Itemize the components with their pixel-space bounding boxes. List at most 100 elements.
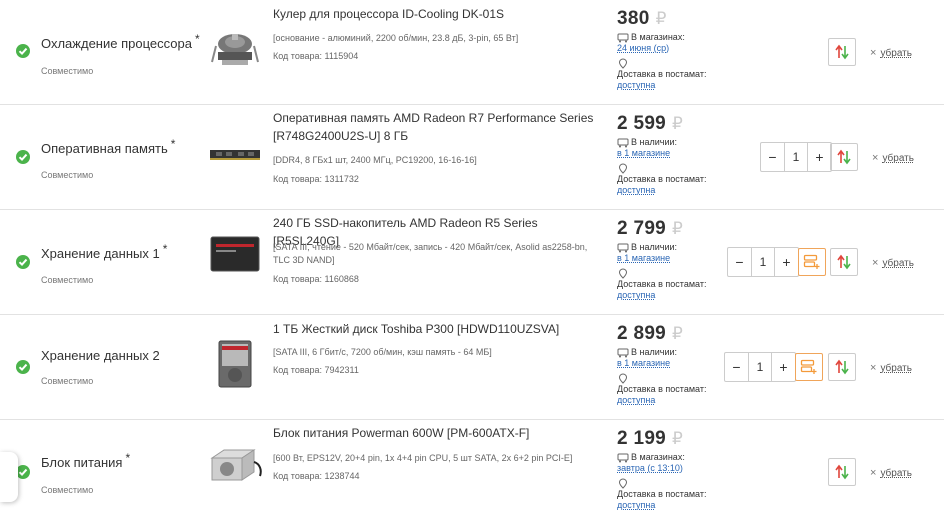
check-icon bbox=[16, 360, 30, 374]
compat-status: Совместимо bbox=[41, 376, 94, 386]
add-storage-button[interactable] bbox=[795, 353, 823, 381]
location-pin-icon bbox=[618, 373, 628, 384]
delivery-link[interactable]: доступна bbox=[617, 80, 727, 91]
category-label: Хранение данных 2 bbox=[41, 348, 160, 363]
delivery-label: Доставка в постамат: bbox=[617, 174, 707, 184]
compare-icon bbox=[803, 254, 820, 269]
check-icon bbox=[16, 150, 30, 164]
check-icon bbox=[16, 465, 30, 479]
category-label: Блок питания * bbox=[41, 451, 131, 470]
availability-link[interactable]: завтра (с 13:10) bbox=[617, 463, 727, 474]
store-icon bbox=[617, 138, 629, 148]
location-pin-icon bbox=[618, 163, 628, 174]
product-code: Код товара: 7942311 bbox=[273, 365, 359, 375]
product-image-ssd[interactable] bbox=[210, 236, 260, 272]
component-row-psu: Блок питания * Совместимо Блок питания Po… bbox=[0, 420, 944, 520]
availability-link[interactable]: 24 июня (ср) bbox=[617, 43, 727, 54]
product-code: Код товара: 1160868 bbox=[273, 274, 359, 284]
add-storage-button[interactable] bbox=[798, 248, 826, 276]
component-row-cooler: Охлаждение процессора * Совместимо Кулер … bbox=[0, 0, 944, 105]
availability-block: В наличии: в 1 магазине Доставка в поста… bbox=[617, 347, 727, 406]
quantity-stepper: − 1 + bbox=[760, 142, 832, 172]
side-panel-tab[interactable] bbox=[0, 452, 18, 502]
qty-decrease-button[interactable]: − bbox=[728, 248, 751, 276]
availability-link[interactable]: в 1 магазине bbox=[617, 358, 727, 369]
sort-button[interactable] bbox=[828, 38, 856, 66]
price: 2 599 ₽ bbox=[617, 113, 684, 134]
product-specs: [основание - алюминий, 2200 об/мин, 23.8… bbox=[273, 33, 519, 43]
availability-block: В магазинах: 24 июня (ср) Доставка в пос… bbox=[617, 32, 727, 91]
category-label: Охлаждение процессора * bbox=[41, 32, 200, 51]
product-specs: [SATA III, чтение - 520 Мбайт/сек, запис… bbox=[273, 242, 588, 265]
configurator-list: Охлаждение процессора * Совместимо Кулер … bbox=[0, 0, 944, 520]
check-icon bbox=[16, 255, 30, 269]
product-specs: [600 Вт, EPS12V, 20+4 pin, 1x 4+4 pin CP… bbox=[273, 453, 573, 463]
category-label: Оперативная память * bbox=[41, 137, 176, 156]
qty-increase-button[interactable]: + bbox=[808, 143, 831, 171]
qty-value[interactable]: 1 bbox=[748, 353, 772, 381]
product-title-link[interactable]: Оперативная память AMD Radeon R7 Perform… bbox=[273, 109, 603, 145]
qty-value[interactable]: 1 bbox=[751, 248, 775, 276]
qty-decrease-button[interactable]: − bbox=[725, 353, 748, 381]
close-icon: × bbox=[870, 47, 877, 59]
sort-button[interactable] bbox=[830, 143, 858, 171]
delivery-label: Доставка в постамат: bbox=[617, 489, 707, 499]
product-title-link[interactable]: Блок питания Powerman 600W [PM-600ATX-F] bbox=[273, 424, 603, 442]
close-icon: × bbox=[870, 362, 877, 374]
remove-button[interactable]: × убрать bbox=[870, 47, 912, 59]
remove-button[interactable]: × убрать bbox=[870, 467, 912, 479]
sort-arrows-icon bbox=[837, 254, 851, 270]
product-code: Код товара: 1311732 bbox=[273, 174, 359, 184]
price: 380 ₽ bbox=[617, 8, 667, 29]
close-icon: × bbox=[872, 257, 879, 269]
remove-button[interactable]: × убрать bbox=[872, 257, 914, 269]
remove-button[interactable]: × убрать bbox=[870, 362, 912, 374]
location-pin-icon bbox=[618, 478, 628, 489]
store-icon bbox=[617, 243, 629, 253]
component-row-storage-1: Хранение данных 1 * Совместимо 240 ГБ SSD… bbox=[0, 210, 944, 315]
compare-icon bbox=[800, 359, 817, 374]
store-icon bbox=[617, 33, 629, 43]
compat-status: Совместимо bbox=[41, 485, 94, 495]
sort-arrows-icon bbox=[835, 359, 849, 375]
delivery-link[interactable]: доступна bbox=[617, 290, 727, 301]
quantity-stepper: − 1 + bbox=[724, 352, 796, 382]
availability-label: В магазинах: bbox=[631, 32, 685, 42]
category-label: Хранение данных 1 * bbox=[41, 242, 168, 261]
sort-button[interactable] bbox=[830, 248, 858, 276]
close-icon: × bbox=[870, 467, 877, 479]
delivery-link[interactable]: доступна bbox=[617, 395, 727, 406]
qty-increase-button[interactable]: + bbox=[775, 248, 798, 276]
remove-button[interactable]: × убрать bbox=[872, 152, 914, 164]
product-image-ram[interactable] bbox=[210, 147, 260, 161]
product-specs: [SATA III, 6 Гбит/с, 7200 об/мин, кэш па… bbox=[273, 347, 492, 357]
availability-link[interactable]: в 1 магазине bbox=[617, 148, 727, 159]
availability-block: В наличии: в 1 магазине Доставка в поста… bbox=[617, 137, 727, 196]
price: 2 899 ₽ bbox=[617, 323, 684, 344]
delivery-label: Доставка в постамат: bbox=[617, 384, 707, 394]
close-icon: × bbox=[872, 152, 879, 164]
component-row-ram: Оперативная память * Совместимо Оперативн… bbox=[0, 105, 944, 210]
sort-button[interactable] bbox=[828, 353, 856, 381]
component-row-storage-2: Хранение данных 2 Совместимо 1 ТБ Жестки… bbox=[0, 315, 944, 420]
product-title-link[interactable]: Кулер для процессора ID-Cooling DK-01S bbox=[273, 5, 603, 23]
product-image-psu[interactable] bbox=[210, 444, 264, 484]
price: 2 799 ₽ bbox=[617, 218, 684, 239]
product-title-link[interactable]: 1 ТБ Жесткий диск Toshiba P300 [HDWD110U… bbox=[273, 320, 603, 338]
qty-decrease-button[interactable]: − bbox=[761, 143, 784, 171]
delivery-link[interactable]: доступна bbox=[617, 500, 727, 511]
quantity-stepper: − 1 + bbox=[727, 247, 799, 277]
product-image-hdd[interactable] bbox=[218, 340, 252, 388]
availability-link[interactable]: в 1 магазине bbox=[617, 253, 727, 264]
compat-status: Совместимо bbox=[41, 170, 94, 180]
product-image-cooler[interactable] bbox=[210, 24, 260, 70]
product-code: Код товара: 1238744 bbox=[273, 471, 360, 481]
delivery-link[interactable]: доступна bbox=[617, 185, 727, 196]
qty-value[interactable]: 1 bbox=[784, 143, 808, 171]
availability-block: В наличии: в 1 магазине Доставка в поста… bbox=[617, 242, 727, 301]
sort-arrows-icon bbox=[835, 44, 849, 60]
qty-increase-button[interactable]: + bbox=[772, 353, 795, 381]
store-icon bbox=[617, 453, 629, 463]
product-specs: [DDR4, 8 ГБx1 шт, 2400 МГц, PC19200, 16-… bbox=[273, 155, 477, 165]
sort-button[interactable] bbox=[828, 458, 856, 486]
